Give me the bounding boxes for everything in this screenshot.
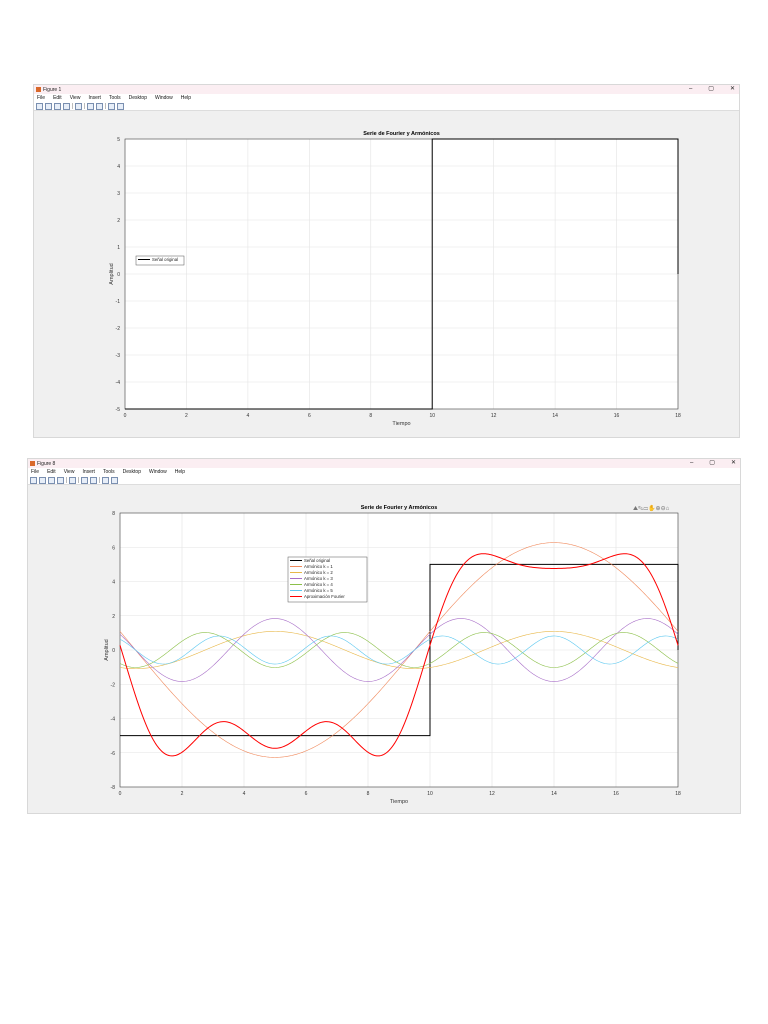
y-tick-label: 0 [117,272,120,278]
x-axis-label: Tiempo [392,421,410,427]
legend[interactable]: Señal original [135,255,185,266]
x-tick-label: 8 [367,791,370,797]
x-tick-label: 10 [427,791,433,797]
chart: 0 2 4 6 8 10 12 14 16 18 -8 -6 -4 -2 0 2 4 6 8 Serie de Fou… [104,504,681,805]
y-tick-label: 5 [117,137,120,143]
figure-window-8: Figure 8– ▢ ✕ File Edit View Insert Tools Deskto… [27,458,741,814]
x-tick-label: 6 [308,413,311,419]
y-tick-label: -2 [116,326,121,332]
x-tick-label: 12 [491,413,497,419]
y-tick-label: -1 [116,299,121,305]
x-tick-label: 18 [675,413,681,419]
x-tick-label: 0 [124,413,127,419]
y-tick-label: 2 [112,614,115,620]
y-tick-label: 8 [112,511,115,517]
y-axis-label: Amplitud [109,263,115,284]
y-tick-label: 4 [112,580,115,586]
x-tick-label: 2 [185,413,188,419]
chart: 0 2 4 6 8 10 12 14 16 18-5-4-3-2-1012345Serie de … [109,131,681,427]
figure-window-1: Figure 1– ▢ ✕ File Edit View Insert Tools Deskto… [33,84,740,438]
y-tick-label: -4 [111,717,116,723]
axes-toolbar[interactable]: ⛰✎▭✋⊕⊖⌂ [633,504,670,512]
legend-entry: Señal original [304,558,330,563]
x-tick-label: 10 [429,413,435,419]
y-tick-label: 3 [117,191,120,197]
x-tick-label: 4 [243,791,246,797]
y-tick-label: 4 [117,164,120,170]
chart-title: Serie de Fourier y Armónicos [361,505,438,511]
x-tick-label: 12 [489,791,495,797]
y-tick-label: -2 [111,682,116,688]
y-tick-label: 0 [112,648,115,654]
legend-entry: Armónico k = 2 [304,570,333,575]
x-tick-label: 14 [552,413,558,419]
x-tick-label: 2 [181,791,184,797]
x-axis-label: Tiempo [390,799,408,805]
x-tick-label: 18 [675,791,681,797]
x-tick-label: 16 [613,791,619,797]
y-axis-label: Amplitud [104,639,110,660]
legend-entry: Armónico k = 3 [304,576,333,581]
y-tick-label: -8 [111,785,116,791]
y-tick-label: -6 [111,751,116,757]
chart-title: Serie de Fourier y Armónicos [363,131,440,137]
legend-entry: Armónico k = 4 [304,582,333,587]
y-tick-label: -3 [116,353,121,359]
y-tick-label: 2 [117,218,120,224]
y-tick-label: 6 [112,545,115,551]
x-tick-label: 14 [551,791,557,797]
x-tick-label: 6 [305,791,308,797]
x-tick-label: 0 [119,791,122,797]
x-tick-label: 8 [369,413,372,419]
legend-entry: Armónico k = 5 [304,588,333,593]
legend-entry: Aproximación Fourier [304,594,345,599]
legend-entry: Señal original [152,257,178,262]
x-tick-label: 16 [614,413,620,419]
y-tick-label: -4 [116,380,121,386]
y-tick-label: 1 [117,245,120,251]
x-tick-label: 4 [246,413,249,419]
legend-entry: Armónico k = 1 [304,564,333,569]
legend[interactable]: Señal originalArmónico k = 1Armónico k =… [287,556,368,603]
y-tick-label: -5 [116,407,121,413]
